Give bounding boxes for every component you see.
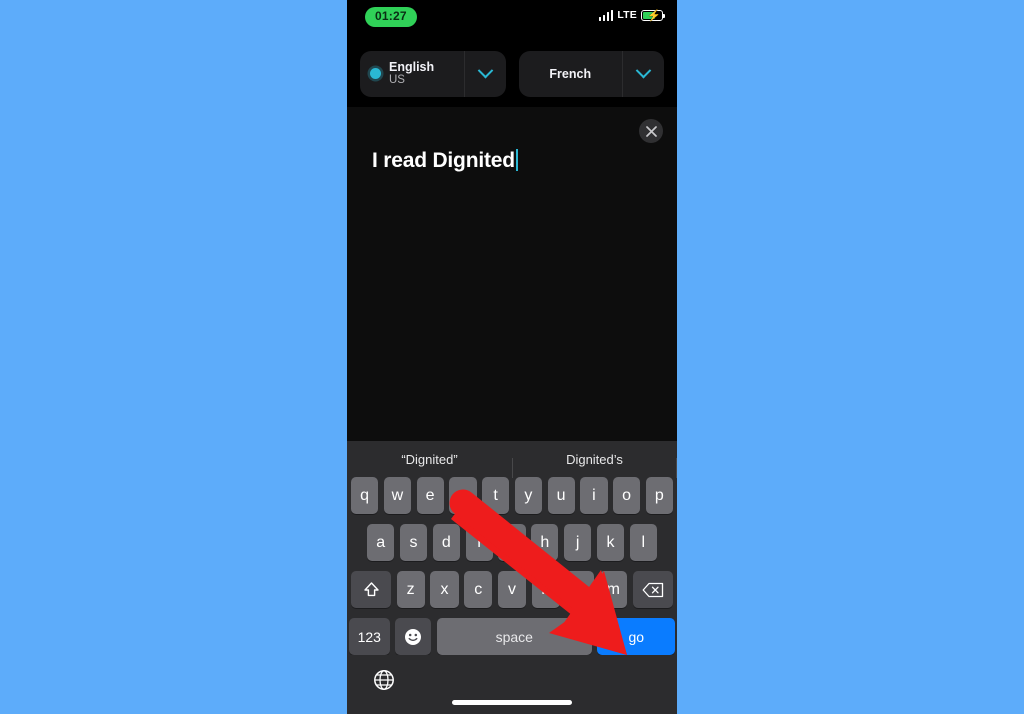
status-indicators: LTE ⚡ [598, 9, 666, 22]
network-type-label: LTE [617, 9, 637, 21]
key-f[interactable]: f [465, 524, 493, 561]
key-i[interactable]: i [580, 477, 608, 514]
battery-charging-icon: ⚡ [641, 9, 666, 22]
key-v[interactable]: v [497, 571, 527, 608]
status-time-pill: 01:27 [365, 7, 417, 27]
target-language-name: French [549, 66, 592, 81]
target-language-dropdown-button[interactable] [622, 50, 664, 97]
keyboard-row-1: q w e r t y u i o p [347, 477, 677, 514]
key-q[interactable]: q [351, 477, 379, 514]
target-language-main[interactable]: French [519, 51, 623, 97]
key-s[interactable]: s [399, 524, 428, 561]
text-caret [515, 149, 518, 171]
space-key[interactable]: space [436, 618, 592, 655]
typed-text-field[interactable]: I read Dignited [372, 149, 518, 173]
target-language-card[interactable]: French [518, 50, 664, 97]
key-c[interactable]: c [464, 571, 493, 608]
key-g[interactable]: g [498, 524, 526, 561]
key-o[interactable]: o [613, 477, 641, 514]
suggestion-bar: “Dignited” Dignited’s [347, 441, 677, 478]
phone-screen: 01:27 LTE ⚡ English US French I read Dig… [347, 0, 677, 714]
close-icon[interactable] [639, 119, 663, 143]
source-language-main[interactable]: English US [360, 51, 464, 97]
source-language-card[interactable]: English US [360, 50, 506, 97]
key-h[interactable]: h [531, 524, 559, 561]
screenshot-root: 01:27 LTE ⚡ English US French I read Dig… [0, 0, 1024, 714]
key-j[interactable]: j [563, 524, 592, 561]
key-u[interactable]: u [547, 477, 575, 514]
key-d[interactable]: d [432, 524, 460, 561]
backspace-delete-icon[interactable] [632, 571, 673, 608]
radio-dot-icon [370, 68, 381, 79]
key-r[interactable]: r [449, 477, 477, 514]
keyboard-row-4: 123 space go [347, 618, 677, 655]
chevron-down-icon [635, 62, 652, 79]
key-m[interactable]: m [599, 571, 628, 608]
chevron-down-icon [477, 62, 493, 79]
key-w[interactable]: w [383, 477, 411, 514]
suggestion-item[interactable]: Dignited’s [512, 452, 677, 478]
source-language-dropdown-button[interactable] [463, 50, 506, 97]
key-x[interactable]: x [430, 571, 459, 608]
key-y[interactable]: y [514, 477, 542, 514]
typed-text-value: I read Dignited [372, 149, 515, 172]
keyboard-bottom-bar [347, 655, 677, 714]
source-language-region: US [389, 74, 405, 87]
text-composition-area[interactable]: I read Dignited [347, 107, 677, 441]
key-z[interactable]: z [396, 571, 425, 608]
status-bar: 01:27 LTE ⚡ [347, 0, 677, 40]
emoji-smiley-icon[interactable] [395, 618, 432, 655]
source-language-name: English [389, 59, 435, 74]
key-b[interactable]: b [531, 571, 560, 608]
numeric-mode-key[interactable]: 123 [348, 618, 390, 655]
globe-language-switch-icon[interactable] [372, 668, 396, 692]
shift-up-arrow-icon[interactable] [351, 571, 392, 608]
suggestion-item[interactable]: “Dignited” [347, 452, 512, 467]
go-key[interactable]: go [597, 618, 676, 655]
keyboard-row-3: z x c v b n m [347, 571, 677, 608]
language-selector-row: English US French [347, 40, 677, 107]
key-t[interactable]: t [482, 477, 510, 514]
key-n[interactable]: n [565, 571, 594, 608]
key-p[interactable]: p [645, 477, 673, 514]
signal-bars-icon [598, 9, 614, 21]
key-a[interactable]: a [367, 524, 395, 561]
home-indicator [452, 700, 572, 705]
keyboard-row-2: a s d f g h j k l [347, 524, 677, 561]
key-l[interactable]: l [629, 524, 657, 561]
key-k[interactable]: k [596, 524, 625, 561]
key-e[interactable]: e [416, 477, 444, 514]
